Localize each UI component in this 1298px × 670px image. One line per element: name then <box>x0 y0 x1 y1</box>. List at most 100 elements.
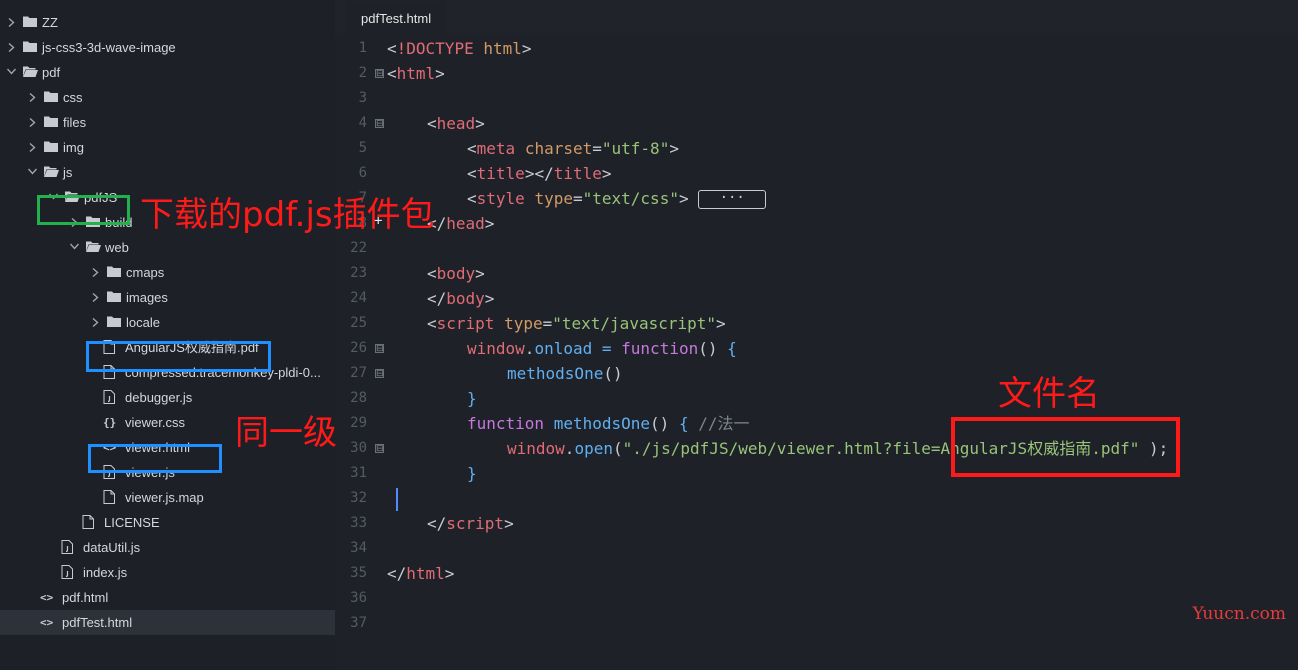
code-token: > <box>475 114 485 133</box>
code-token: < <box>387 64 397 83</box>
line-number: 24 <box>350 290 367 306</box>
tree-item[interactable]: css <box>0 85 335 110</box>
line-number: 2 <box>358 65 367 81</box>
html-file-icon: <> <box>40 591 54 604</box>
code-token: methodsOne <box>507 364 604 383</box>
chevron-down-icon[interactable] <box>27 160 37 185</box>
code-editor[interactable]: <!DOCTYPE html> <html> <head> <meta charset… <box>387 35 1298 670</box>
code-token: "utf-8" <box>601 139 670 158</box>
fold-collapse-icon[interactable]: ⊟ <box>375 369 384 378</box>
tree-item[interactable]: ZZ <box>0 10 335 35</box>
code-token: !DOCTYPE <box>396 39 474 58</box>
line-number: 25 <box>350 315 367 331</box>
fold-collapse-icon[interactable]: ⊟ <box>375 119 384 128</box>
tab-pdftest-html[interactable]: pdfTest.html <box>345 0 448 36</box>
chevron-right-icon[interactable] <box>6 10 16 35</box>
tree-item[interactable]: dataUtil.js <box>0 535 335 560</box>
chevron-right-icon[interactable] <box>6 35 16 60</box>
chevron-right-icon[interactable] <box>90 310 100 335</box>
tree-item[interactable]: web <box>0 235 335 260</box>
code-token: ></ <box>524 164 554 183</box>
tree-item-label: index.js <box>83 565 128 580</box>
code-line: methodsOne() <box>507 361 623 386</box>
line-number: 32 <box>350 490 367 506</box>
tree-item[interactable]: pdf <box>0 60 335 85</box>
line-number: 23 <box>350 265 367 281</box>
html-file-icon: <> <box>40 616 54 629</box>
code-token: < <box>427 114 437 133</box>
line-number: 28 <box>350 390 367 406</box>
line-number: 5 <box>358 140 367 156</box>
tree-item[interactable]: js-css3-3d-wave-image <box>0 35 335 60</box>
chevron-down-icon[interactable] <box>6 60 16 85</box>
code-token: script <box>436 314 495 333</box>
chevron-right-icon[interactable] <box>27 110 37 135</box>
tree-item[interactable]: js <box>0 160 335 185</box>
tree-item[interactable]: <> pdf.html <box>0 585 335 610</box>
js-file-icon <box>61 560 77 585</box>
folded-code-button[interactable]: ··· <box>698 190 767 209</box>
code-line: } <box>467 386 477 411</box>
folder-icon <box>23 10 39 35</box>
code-token: </ <box>427 289 447 308</box>
chevron-right-icon[interactable] <box>90 260 100 285</box>
tree-item[interactable]: locale <box>0 310 335 335</box>
tree-item[interactable]: cmaps <box>0 260 335 285</box>
line-number-gutter: 1 2 ⊟ 3 4 ⊟ 5 6 7 8 +22 23 24 25 26 ⊟ 27 ⊟ 28 29 30 ⊟ 31 32 33 34… <box>335 35 385 670</box>
code-token: function <box>467 414 545 433</box>
code-token: { <box>678 414 689 433</box>
tree-item[interactable]: files <box>0 110 335 135</box>
code-token: = <box>572 189 583 208</box>
code-token: > <box>669 139 679 158</box>
chevron-right-icon[interactable] <box>27 135 37 160</box>
code-token: html <box>406 564 445 583</box>
annotation-box-viewer-html <box>88 444 222 473</box>
folder-icon <box>44 110 60 135</box>
code-token: } <box>467 464 477 483</box>
code-token: html <box>396 64 436 83</box>
tree-item[interactable]: <> pdfTest.html <box>0 610 335 635</box>
code-token: "text/css" <box>582 189 679 208</box>
chevron-right-icon[interactable] <box>90 285 100 310</box>
code-line: <head> <box>427 111 485 136</box>
code-token: < <box>427 264 437 283</box>
code-token: = <box>542 314 553 333</box>
tree-item[interactable]: viewer.js.map <box>0 485 335 510</box>
annotation-filename-label: 文件名 <box>998 374 1100 414</box>
code-line: } <box>467 461 477 486</box>
tree-item[interactable]: img <box>0 135 335 160</box>
line-number: 31 <box>350 465 367 481</box>
code-token: open <box>574 439 613 458</box>
tree-item-label: debugger.js <box>125 390 193 405</box>
fold-collapse-icon[interactable]: ⊟ <box>375 69 384 78</box>
line-number: 36 <box>350 590 367 606</box>
fold-collapse-icon[interactable]: ⊟ <box>375 444 384 453</box>
code-token: > <box>521 39 532 58</box>
tree-item-label: files <box>63 115 87 130</box>
tree-item[interactable]: LICENSE <box>0 510 335 535</box>
code-token: . <box>524 339 535 358</box>
code-token: > <box>504 514 514 533</box>
tree-item-label: ZZ <box>42 15 58 30</box>
chevron-right-icon[interactable] <box>27 85 37 110</box>
code-token: } <box>467 389 477 408</box>
code-token: </ <box>387 564 407 583</box>
tree-item-label: js-css3-3d-wave-image <box>42 40 176 55</box>
line-number: 4 <box>358 115 367 131</box>
folder-open-icon <box>23 60 39 85</box>
folder-open-icon <box>44 160 60 185</box>
code-token: charset <box>524 139 593 158</box>
chevron-down-icon[interactable] <box>69 235 79 260</box>
code-line: </head> <box>427 211 494 236</box>
tree-item-label: web <box>105 240 129 255</box>
annotation-plugin-label: 下载的pdf.js插件包 <box>140 195 435 235</box>
fold-collapse-icon[interactable]: ⊟ <box>375 344 384 353</box>
line-number: 6 <box>358 165 367 181</box>
tree-item-label: LICENSE <box>104 515 160 530</box>
tree-item[interactable]: index.js <box>0 560 335 585</box>
tree-item[interactable]: images <box>0 285 335 310</box>
